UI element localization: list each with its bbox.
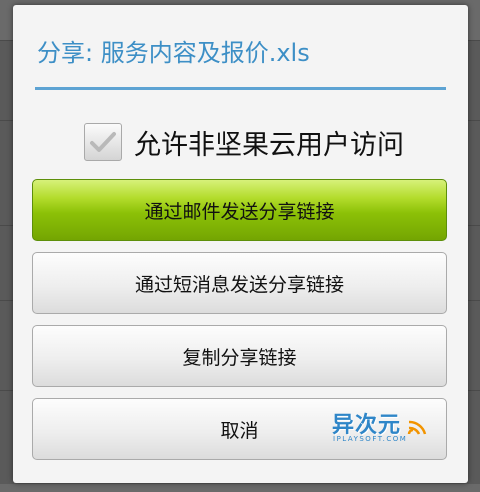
share-via-sms-label: 通过短消息发送分享链接: [134, 273, 344, 296]
watermark-site: IPLAYSOFT.COM: [333, 435, 408, 443]
dialog-title: 分享: 服务内容及报价.xls: [37, 39, 310, 67]
cancel-label: 取消: [220, 419, 259, 442]
allow-access-checkbox[interactable]: [84, 123, 122, 161]
copy-link-button[interactable]: 复制分享链接: [32, 325, 447, 387]
cancel-button[interactable]: 取消 异次元 IPLAYSOFT.COM: [32, 398, 447, 460]
checkmark-icon: [90, 132, 116, 152]
wifi-wave-icon: [407, 420, 427, 435]
share-via-email-button[interactable]: 通过邮件发送分享链接: [32, 179, 447, 241]
watermark-logo: 异次元 IPLAYSOFT.COM: [332, 407, 432, 451]
share-via-sms-button[interactable]: 通过短消息发送分享链接: [32, 252, 447, 314]
share-dialog: 分享: 服务内容及报价.xls 允许非坚果云用户访问 通过邮件发送分享链接 通过…: [13, 5, 468, 483]
allow-access-row[interactable]: 允许非坚果云用户访问: [84, 122, 404, 162]
share-via-email-label: 通过邮件发送分享链接: [144, 200, 335, 223]
title-divider: [35, 87, 446, 90]
background-footer: [0, 484, 480, 492]
copy-link-label: 复制分享链接: [182, 346, 297, 369]
allow-access-label: 允许非坚果云用户访问: [134, 129, 404, 161]
